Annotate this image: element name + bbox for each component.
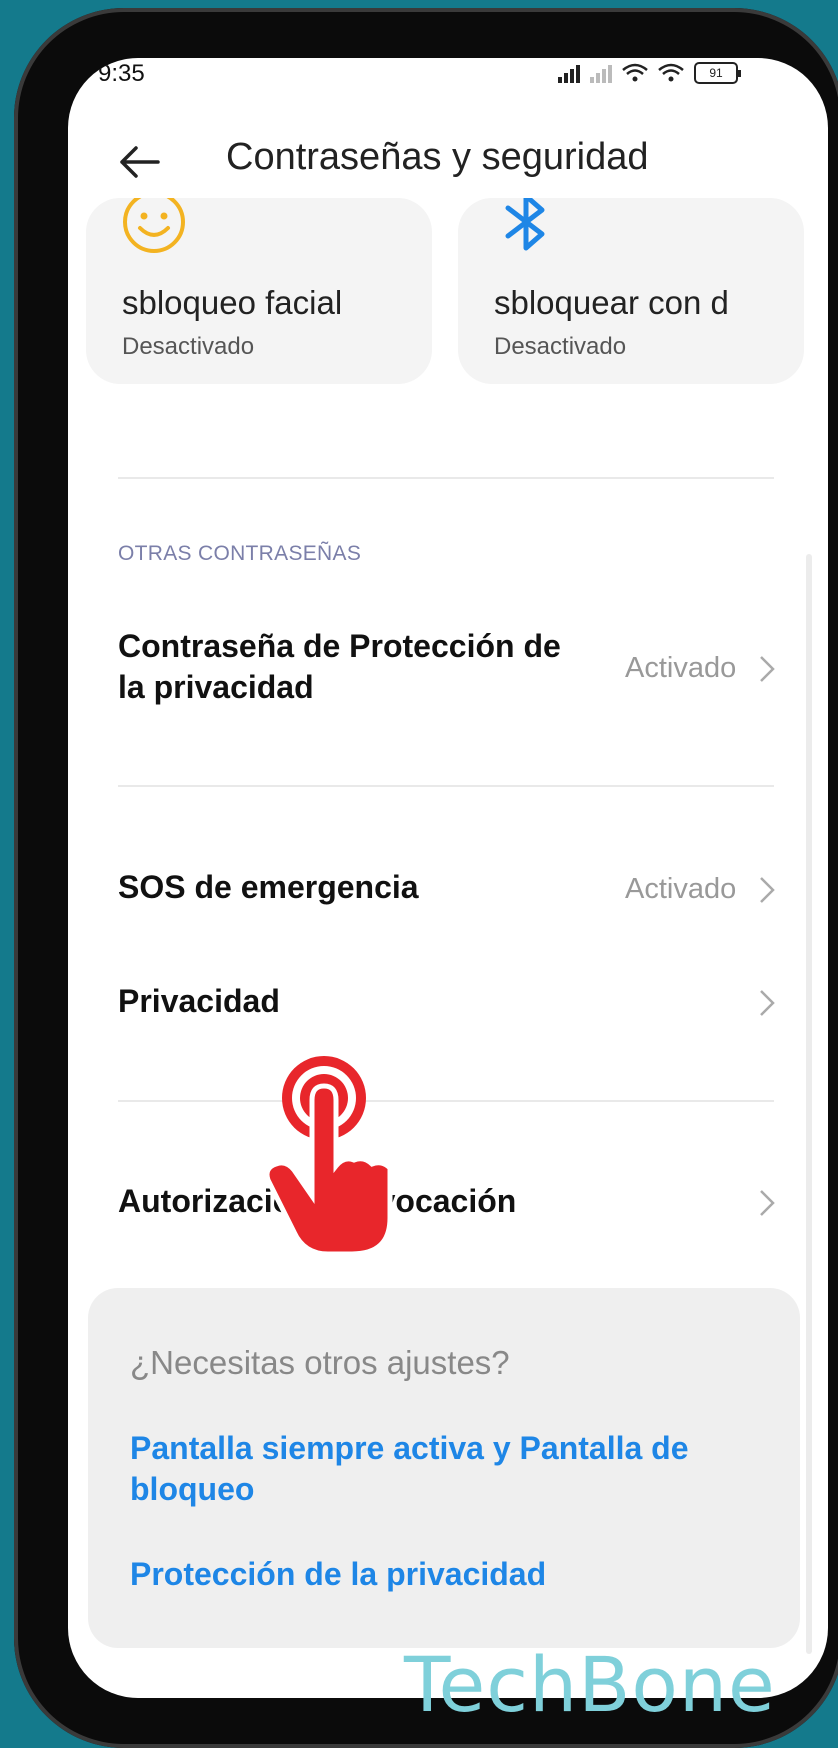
smiley-face-icon <box>123 198 185 253</box>
card-face-unlock[interactable]: sbloqueo facial Desactivado <box>86 198 432 384</box>
status-time: 9:35 <box>98 60 145 87</box>
signal-icon <box>558 63 580 83</box>
chevron-right-icon <box>760 877 775 903</box>
status-icons: 91 <box>558 62 741 84</box>
tap-gesture-icon <box>268 1056 393 1257</box>
section-label: OTRAS CONTRASEÑAS <box>118 542 362 565</box>
watermark-logo: TechBone <box>404 1640 776 1729</box>
divider <box>118 477 774 479</box>
row-status: Activado <box>625 652 737 684</box>
card-status: Desactivado <box>494 333 627 360</box>
card-title: sbloquear con d <box>494 284 729 321</box>
screen: 9:35 91 Contraseñas y seguridad sbloqueo… <box>68 58 828 1698</box>
back-arrow-icon[interactable] <box>118 140 162 184</box>
chevron-right-icon <box>760 1190 775 1216</box>
help-box: ¿Necesitas otros ajustes? Pantalla siemp… <box>88 1288 800 1648</box>
battery-icon: 91 <box>694 62 741 84</box>
wifi-icon <box>658 63 684 82</box>
row-title: Contraseña de Protección de la privacida… <box>118 628 561 705</box>
scrollbar[interactable] <box>806 554 812 1654</box>
help-title: ¿Necesitas otros ajustes? <box>130 1344 510 1381</box>
card-bluetooth-unlock[interactable]: sbloquear con d Desactivado <box>458 198 804 384</box>
page-title: Contraseñas y seguridad <box>226 136 649 178</box>
card-status: Desactivado <box>122 333 255 360</box>
bluetooth-icon <box>505 198 545 251</box>
wifi-calling-icon <box>622 63 648 82</box>
row-title: Privacidad <box>118 983 280 1019</box>
divider <box>118 785 774 787</box>
card-title: sbloqueo facial <box>122 284 343 321</box>
row-status: Activado <box>625 873 737 905</box>
link-privacy-protection[interactable]: Protección de la privacidad <box>130 1554 730 1595</box>
chevron-right-icon <box>760 656 775 682</box>
row-title: SOS de emergencia <box>118 869 419 905</box>
signal-weak-icon <box>590 63 612 83</box>
chevron-right-icon <box>760 990 775 1016</box>
phone-frame: 9:35 91 Contraseñas y seguridad sbloqueo… <box>14 8 838 1748</box>
divider <box>118 1100 774 1102</box>
link-always-on-display[interactable]: Pantalla siempre activa y Pantalla de bl… <box>130 1428 730 1510</box>
